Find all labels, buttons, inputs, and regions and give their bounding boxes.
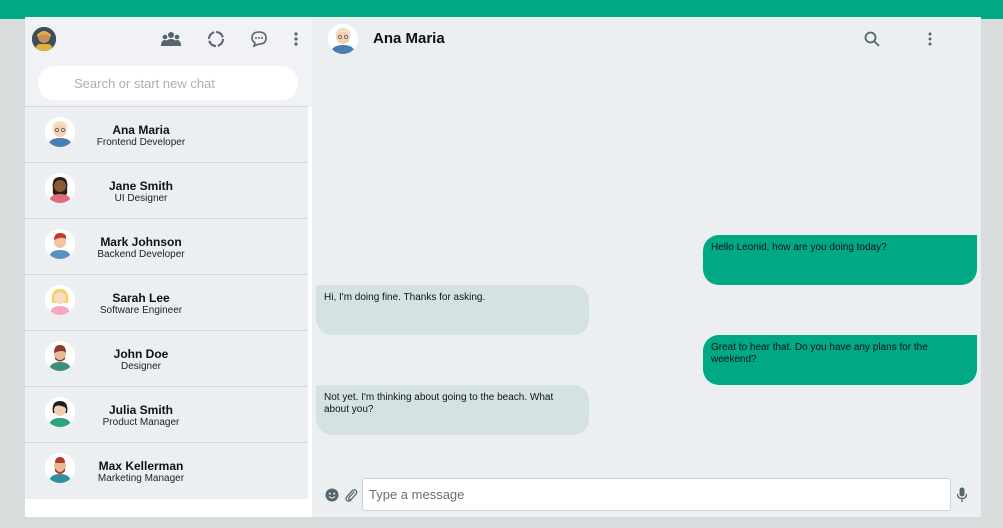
search-input[interactable] [38,66,298,100]
sidebar: Ana Maria Frontend Developer Jane Smith … [25,17,312,517]
message-outgoing: Great to hear that. Do you have any plan… [703,335,977,385]
contact-list: Ana Maria Frontend Developer Jane Smith … [25,106,308,499]
avatar [45,173,75,203]
microphone-icon[interactable] [954,487,970,503]
chat-bubble-icon[interactable] [249,29,269,49]
contact-item-julia-smith[interactable]: Julia Smith Product Manager [25,386,308,442]
contact-role: Designer [120,361,162,372]
contact-name: Ana Maria [112,123,170,137]
avatar [45,397,75,427]
chat-contact-name: Ana Maria [373,30,445,47]
sidebar-header [25,17,312,61]
message-input[interactable] [362,478,951,511]
contact-item-ana-maria[interactable]: Ana Maria Frontend Developer [25,106,308,162]
emoji-icon[interactable] [324,487,340,503]
contact-role: Backend Developer [97,249,185,260]
avatar [45,453,75,483]
chat-header: Ana Maria [312,17,981,61]
contact-role: Software Engineer [99,305,183,316]
avatar [45,285,75,315]
contact-item-john-doe[interactable]: John Doe Designer [25,330,308,386]
paperclip-icon[interactable] [343,487,359,503]
avatar [45,341,75,371]
message-outgoing: Hello Leonid, how are you doing today? [703,235,977,285]
message-incoming: Not yet. I'm thinking about going to the… [316,385,589,435]
contact-name: Max Kellerman [98,459,184,473]
contact-name: Sarah Lee [112,291,170,305]
status-ring-icon[interactable] [206,29,226,49]
contact-name: Mark Johnson [100,235,182,249]
kebab-menu-icon[interactable] [286,29,306,49]
contact-role: Product Manager [102,417,180,428]
contact-role: Frontend Developer [96,137,186,148]
message-incoming: Hi, I'm doing fine. Thanks for asking. [316,285,589,335]
contact-name: Jane Smith [108,179,174,193]
contact-name: Julia Smith [108,403,173,417]
contact-item-mark-johnson[interactable]: Mark Johnson Backend Developer [25,218,308,274]
contact-name: John Doe [113,347,169,361]
contact-role: Marketing Manager [97,473,185,484]
my-avatar[interactable] [32,27,56,51]
contact-item-max-kellerman[interactable]: Max Kellerman Marketing Manager [25,442,308,498]
users-icon[interactable] [161,29,181,49]
chat-menu-icon[interactable] [920,29,940,49]
chat-app: Ana Maria Frontend Developer Jane Smith … [25,17,981,517]
avatar [45,229,75,259]
contact-role: UI Designer [114,193,168,204]
contact-item-jane-smith[interactable]: Jane Smith UI Designer [25,162,308,218]
search-bar [25,61,312,107]
chat-contact-avatar[interactable] [328,24,358,54]
avatar [45,117,75,147]
search-icon[interactable] [862,29,882,49]
contact-item-sarah-lee[interactable]: Sarah Lee Software Engineer [25,274,308,330]
